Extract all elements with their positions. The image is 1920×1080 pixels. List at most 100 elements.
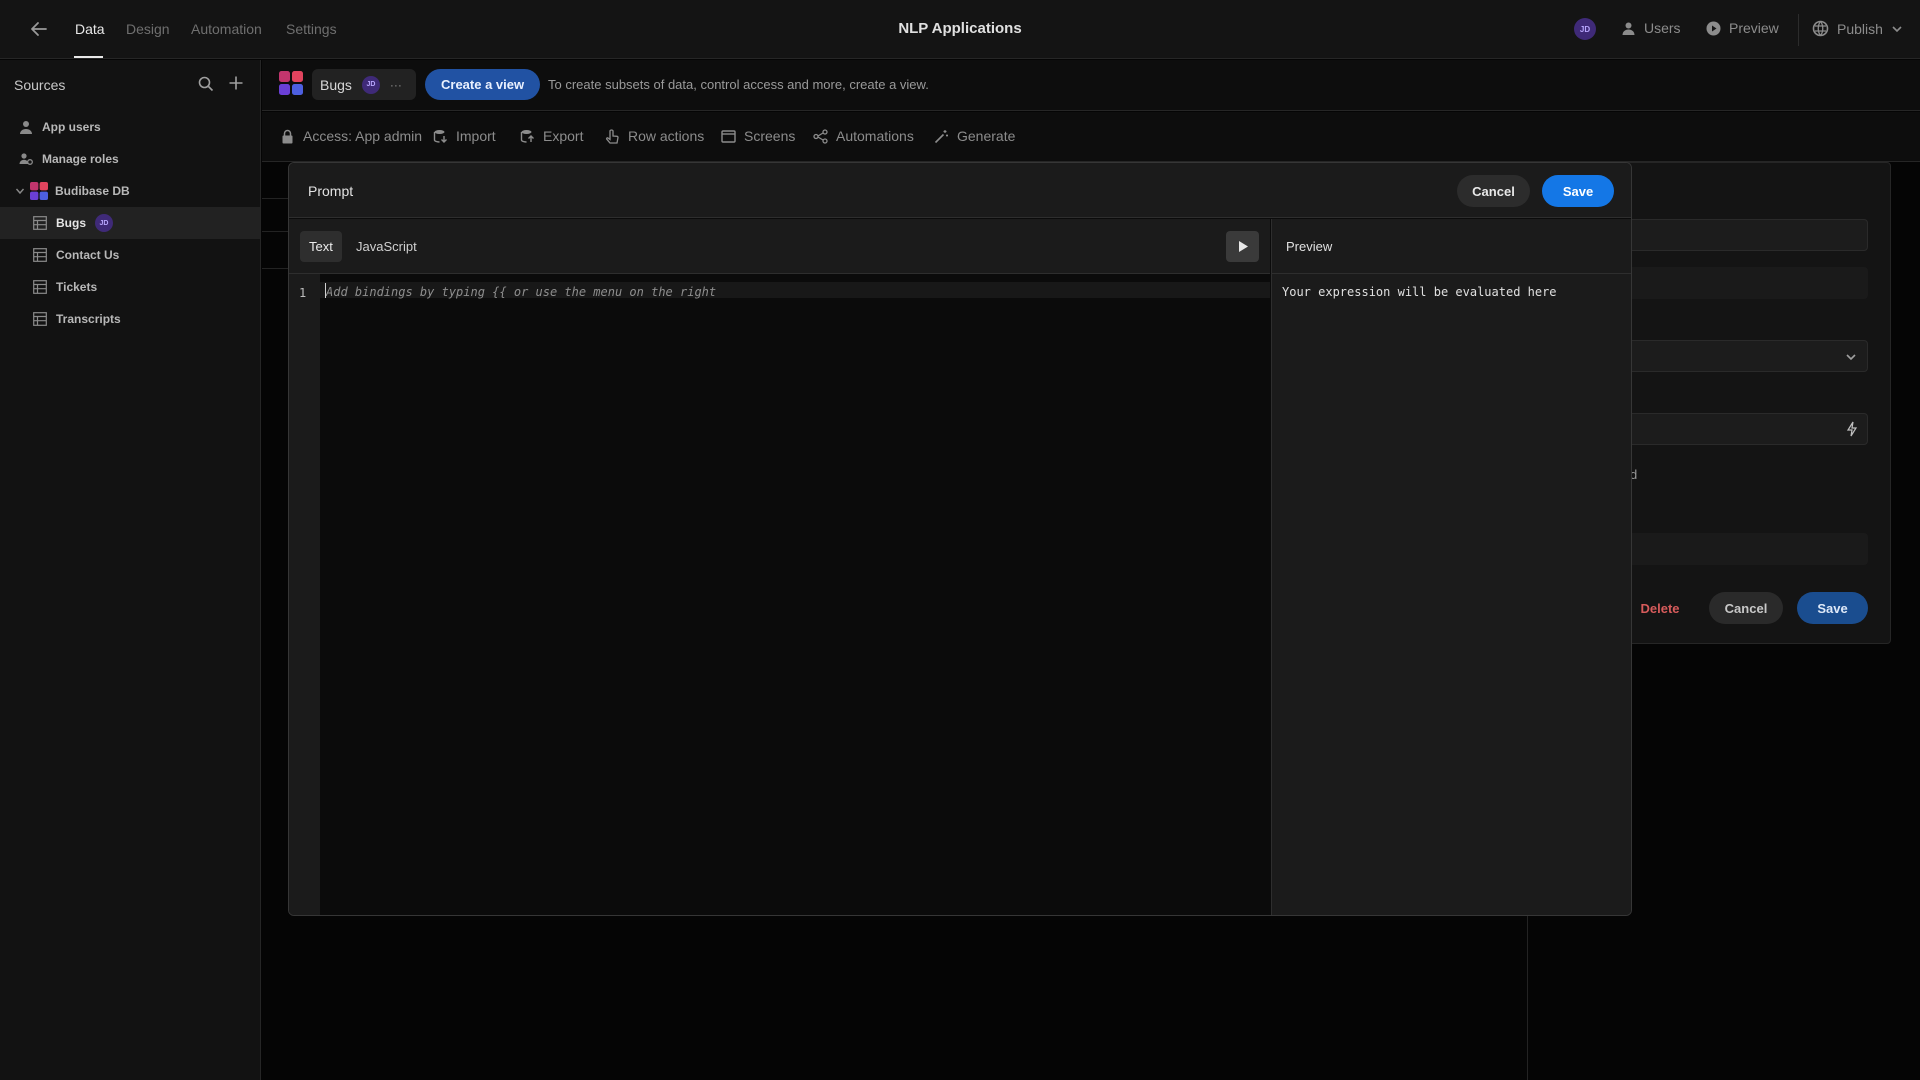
automations-button[interactable]: Automations: [813, 128, 914, 144]
line-number: 1: [299, 286, 307, 300]
users-button[interactable]: Users: [1621, 20, 1681, 36]
sidebar-item-tickets[interactable]: Tickets: [0, 271, 260, 303]
publish-button[interactable]: Publish: [1812, 20, 1903, 37]
row-actions-label: Row actions: [628, 128, 705, 144]
generate-label: Generate: [957, 128, 1016, 144]
column-option-select[interactable]: [1615, 340, 1868, 372]
table-tab-label: Bugs: [320, 76, 352, 93]
chevron-down-icon: [1846, 354, 1856, 361]
cancel-button[interactable]: Cancel: [1457, 175, 1530, 207]
more-options-icon[interactable]: ···: [390, 78, 402, 92]
tab-javascript[interactable]: JavaScript: [347, 231, 426, 262]
lightning-bolt-icon[interactable]: [1845, 421, 1859, 437]
table-tab-bugs[interactable]: Bugs JD ···: [312, 69, 416, 100]
preview-title: Preview: [1286, 239, 1333, 254]
magic-wand-icon: [934, 129, 948, 143]
active-tab-indicator: [74, 56, 103, 58]
sidebar-item-label: Manage roles: [42, 152, 119, 166]
sidebar-item-contact-us[interactable]: Contact Us: [0, 239, 260, 271]
create-view-hint: To create subsets of data, control acces…: [548, 77, 929, 92]
row-actions-button[interactable]: Row actions: [605, 128, 704, 144]
roles-icon: [19, 153, 33, 165]
sidebar-item-manage-roles[interactable]: Manage roles: [0, 143, 260, 175]
globe-icon: [1812, 20, 1829, 37]
pointer-icon: [605, 128, 619, 144]
top-divider: [1798, 14, 1799, 46]
screens-button[interactable]: Screens: [721, 128, 795, 144]
import-label: Import: [456, 128, 496, 144]
modal-header: Prompt Cancel Save: [289, 163, 1631, 218]
prompt-field[interactable]: [1615, 413, 1868, 445]
tab-data[interactable]: Data: [75, 21, 105, 37]
budibase-logo-icon: [30, 182, 48, 200]
preview-header: Preview: [1272, 219, 1631, 274]
automation-icon: [813, 128, 828, 144]
play-icon: [1238, 241, 1248, 252]
preview-output: Your expression will be evaluated here: [1282, 285, 1557, 299]
chevron-down-icon: [1892, 25, 1902, 32]
export-label: Export: [543, 128, 584, 144]
tab-text[interactable]: Text: [300, 231, 342, 262]
lock-icon: [282, 129, 293, 143]
save-button[interactable]: Save: [1542, 175, 1614, 207]
access-label: Access: App admin: [303, 128, 423, 144]
tab-design[interactable]: Design: [126, 21, 170, 37]
column-name-field[interactable]: [1615, 219, 1868, 251]
sidebar-item-budibase-db[interactable]: Budibase DB: [0, 175, 260, 207]
preview-pane: Preview Your expression will be evaluate…: [1271, 219, 1631, 915]
sidebar-item-label: App users: [42, 120, 101, 134]
search-icon[interactable]: [198, 76, 214, 92]
sidebar-item-label: Contact Us: [56, 248, 120, 262]
play-circle-icon: [1706, 21, 1721, 35]
screen-icon: [721, 129, 736, 143]
user-badge: JD: [361, 75, 380, 94]
cancel-column-button[interactable]: Cancel: [1709, 592, 1783, 624]
sidebar-item-bugs[interactable]: Bugs JD: [0, 207, 260, 239]
chevron-down-icon: [15, 188, 25, 195]
import-button[interactable]: Import: [433, 128, 496, 144]
text-cursor: [325, 283, 326, 298]
user-badge: JD: [95, 214, 113, 232]
add-source-icon[interactable]: [228, 75, 244, 91]
user-icon: [1622, 22, 1635, 35]
user-avatar[interactable]: JD: [1574, 18, 1596, 40]
users-label: Users: [1644, 20, 1681, 36]
delete-column-button[interactable]: Delete: [1628, 592, 1692, 624]
table-icon: [33, 248, 47, 262]
code-editor-placeholder[interactable]: Add bindings by typing {{ or use the men…: [326, 285, 716, 299]
run-button[interactable]: [1226, 231, 1259, 262]
tab-automation[interactable]: Automation: [191, 21, 262, 37]
create-view-button[interactable]: Create a view: [425, 69, 541, 100]
sidebar-item-label: Tickets: [56, 280, 98, 294]
column-extra-field[interactable]: [1615, 533, 1868, 565]
line-number-gutter: [289, 274, 320, 915]
editor-tab-bar: Text JavaScript: [289, 219, 1270, 274]
import-icon: [433, 129, 447, 143]
screens-label: Screens: [744, 128, 796, 144]
table-icon: [33, 280, 47, 294]
top-navigation-bar: Data Design Automation Settings NLP Appl…: [0, 0, 1920, 59]
tab-settings[interactable]: Settings: [286, 21, 337, 37]
modal-title: Prompt: [308, 183, 354, 199]
sources-title: Sources: [14, 77, 66, 93]
export-icon: [520, 129, 534, 143]
sidebar-item-label: Transcripts: [56, 312, 121, 326]
save-column-button[interactable]: Save: [1797, 592, 1868, 624]
sources-sidebar: Sources App users Manage roles Budibase …: [0, 60, 261, 1080]
export-button[interactable]: Export: [520, 128, 583, 144]
sidebar-item-label: Budibase DB: [55, 184, 130, 198]
sidebar-item-label: Bugs: [56, 216, 86, 230]
column-type-select[interactable]: [1615, 267, 1868, 299]
publish-label: Publish: [1837, 20, 1883, 37]
table-icon: [33, 216, 47, 230]
sidebar-item-app-users[interactable]: App users: [0, 111, 260, 143]
generate-button[interactable]: Generate: [934, 128, 1015, 144]
preview-button[interactable]: Preview: [1706, 20, 1779, 36]
user-icon: [20, 121, 32, 134]
sidebar-item-transcripts[interactable]: Transcripts: [0, 303, 260, 335]
prompt-modal: Prompt Cancel Save Text JavaScript 1 Add…: [288, 162, 1632, 916]
access-button[interactable]: Access: App admin: [280, 128, 422, 144]
back-arrow-icon[interactable]: [28, 18, 50, 40]
automations-label: Automations: [836, 128, 914, 144]
budibase-logo-icon: [279, 71, 303, 95]
